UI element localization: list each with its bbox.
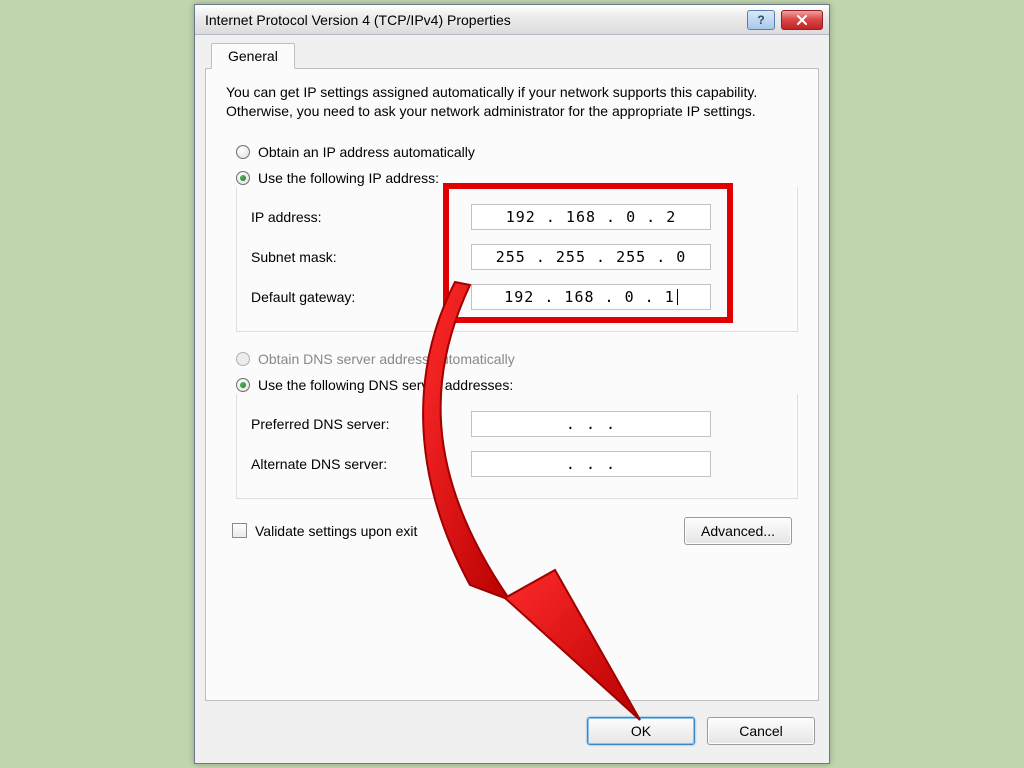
alternate-dns-label: Alternate DNS server: (251, 456, 471, 472)
ip-group: Obtain an IP address automatically Use t… (236, 139, 798, 332)
window-title: Internet Protocol Version 4 (TCP/IPv4) P… (205, 12, 747, 28)
description-text: You can get IP settings assigned automat… (226, 83, 798, 121)
default-gateway-input[interactable]: 192 . 168 . 0 . 1 (471, 284, 711, 310)
radio-label: Use the following DNS server addresses: (258, 377, 513, 393)
radio-icon (236, 378, 250, 392)
preferred-dns-input[interactable]: . . . (471, 411, 711, 437)
subnet-mask-label: Subnet mask: (251, 249, 471, 265)
ip-address-label: IP address: (251, 209, 471, 225)
help-button[interactable]: ? (747, 10, 775, 30)
dns-fields: Preferred DNS server: . . . Alternate DN… (236, 394, 798, 499)
close-icon (796, 14, 808, 26)
dns-group: Obtain DNS server address automatically … (236, 346, 798, 499)
advanced-button[interactable]: Advanced... (684, 517, 792, 545)
default-gateway-label: Default gateway: (251, 289, 471, 305)
client-area: General You can get IP settings assigned… (205, 43, 819, 753)
radio-obtain-dns-auto: Obtain DNS server address automatically (236, 346, 798, 372)
preferred-dns-label: Preferred DNS server: (251, 416, 471, 432)
radio-icon (236, 145, 250, 159)
bottom-row: Validate settings upon exit Advanced... (226, 517, 798, 545)
caret-icon (677, 289, 678, 305)
checkbox-icon (232, 523, 247, 538)
titlebar: Internet Protocol Version 4 (TCP/IPv4) P… (195, 5, 829, 35)
radio-label: Obtain DNS server address automatically (258, 351, 515, 367)
tab-general[interactable]: General (211, 43, 295, 69)
alternate-dns-input[interactable]: . . . (471, 451, 711, 477)
radio-icon (236, 352, 250, 366)
validate-checkbox[interactable]: Validate settings upon exit (232, 523, 417, 539)
cancel-button[interactable]: Cancel (707, 717, 815, 745)
radio-label: Use the following IP address: (258, 170, 439, 186)
ip-address-input[interactable]: 192 . 168 . 0 . 2 (471, 204, 711, 230)
validate-label: Validate settings upon exit (255, 523, 417, 539)
close-button[interactable] (781, 10, 823, 30)
ok-button[interactable]: OK (587, 717, 695, 745)
titlebar-buttons: ? (747, 10, 823, 30)
dialog-buttons: OK Cancel (587, 717, 815, 745)
subnet-mask-input[interactable]: 255 . 255 . 255 . 0 (471, 244, 711, 270)
radio-label: Obtain an IP address automatically (258, 144, 475, 160)
radio-icon (236, 171, 250, 185)
radio-obtain-ip-auto[interactable]: Obtain an IP address automatically (236, 139, 798, 165)
ip-fields: IP address: 192 . 168 . 0 . 2 Subnet mas… (236, 187, 798, 332)
properties-window: Internet Protocol Version 4 (TCP/IPv4) P… (194, 4, 830, 764)
general-panel: You can get IP settings assigned automat… (205, 68, 819, 701)
